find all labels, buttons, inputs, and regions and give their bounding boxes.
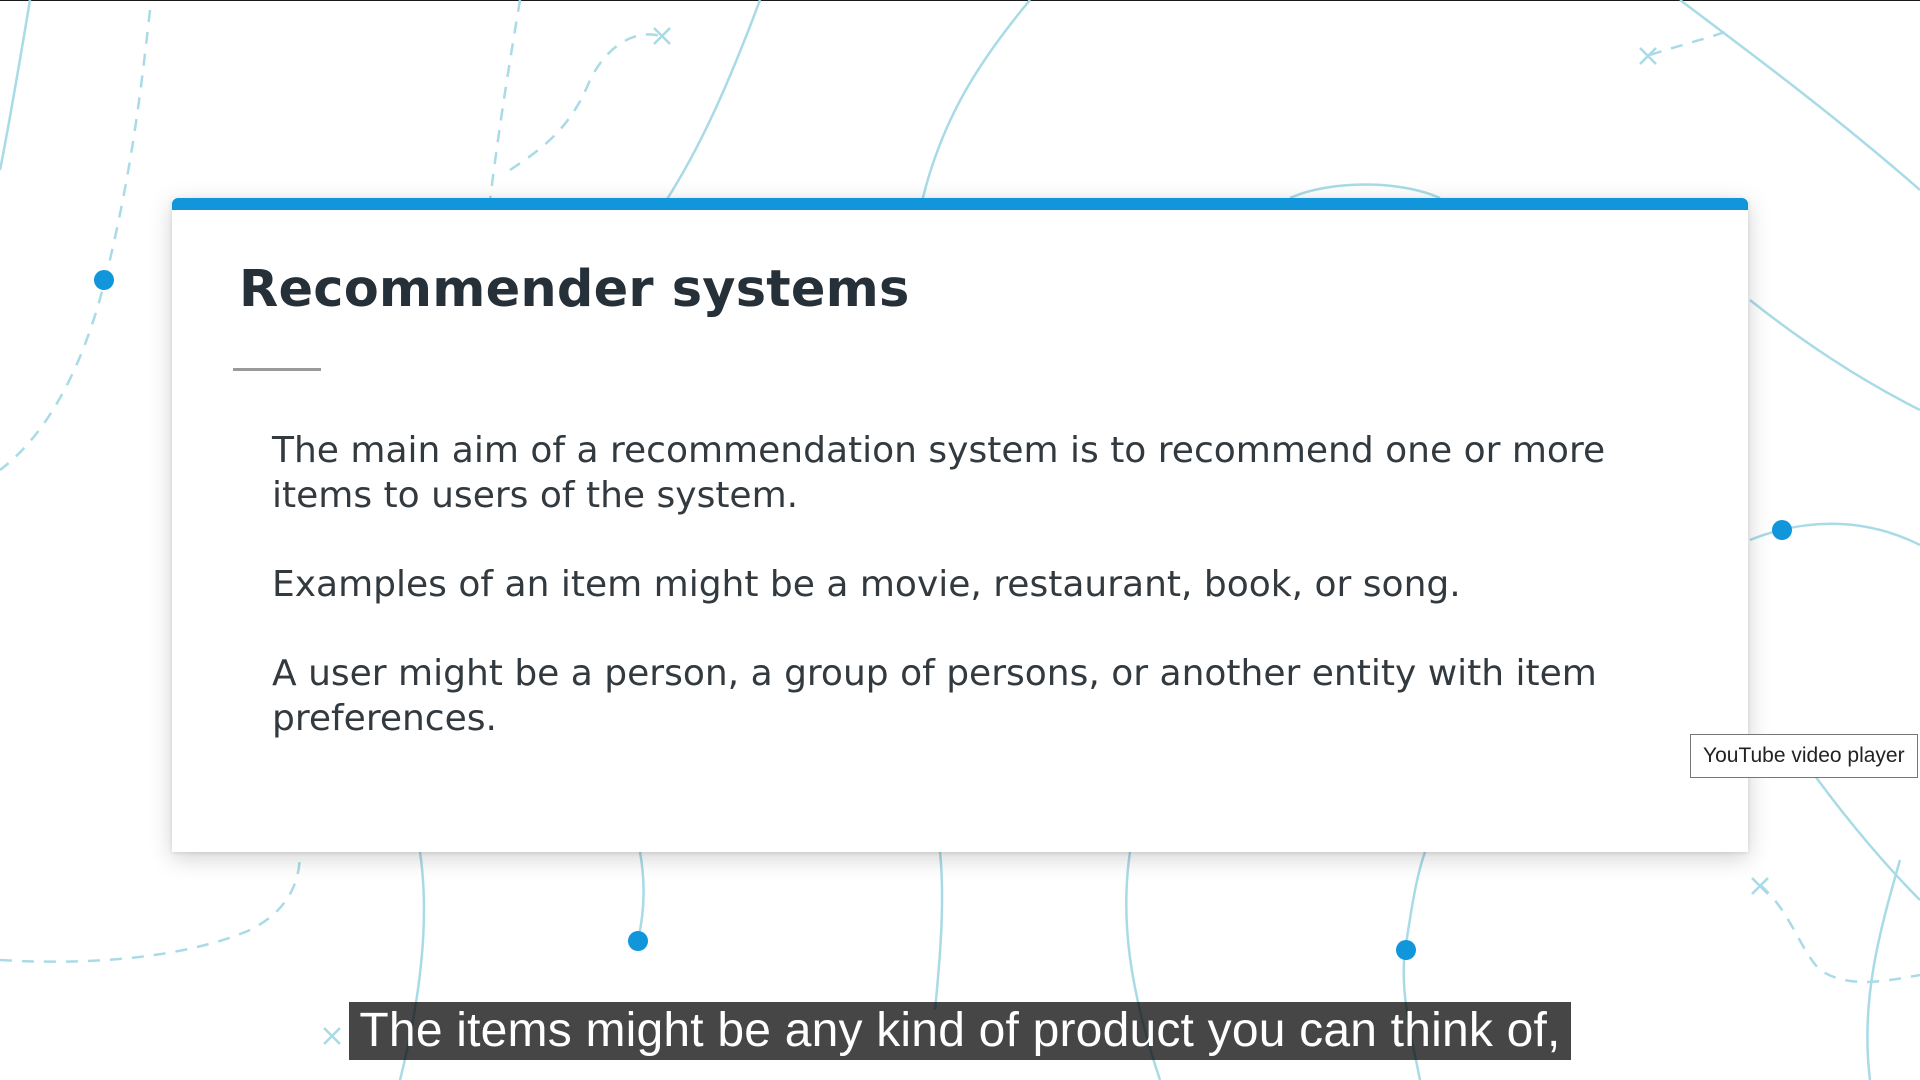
card-accent-bar — [172, 198, 1748, 210]
caption-area: The items might be any kind of product y… — [0, 1002, 1920, 1060]
slide-title: Recommender systems — [239, 260, 910, 319]
slide-card: Recommender systems The main aim of a re… — [172, 198, 1748, 852]
slide-paragraph-aim: The main aim of a recommendation system … — [272, 430, 1606, 516]
title-underline — [233, 368, 321, 371]
caption-text: The items might be any kind of product y… — [349, 1002, 1571, 1060]
slide-paragraph-users: A user might be a person, a group of per… — [272, 653, 1597, 739]
video-player[interactable]: Recommender systems The main aim of a re… — [0, 0, 1920, 1080]
player-tooltip: YouTube video player — [1690, 734, 1918, 778]
slide-body: The main aim of a recommendation system … — [272, 428, 1692, 785]
slide-paragraph-examples: Examples of an item might be a movie, re… — [272, 564, 1461, 605]
